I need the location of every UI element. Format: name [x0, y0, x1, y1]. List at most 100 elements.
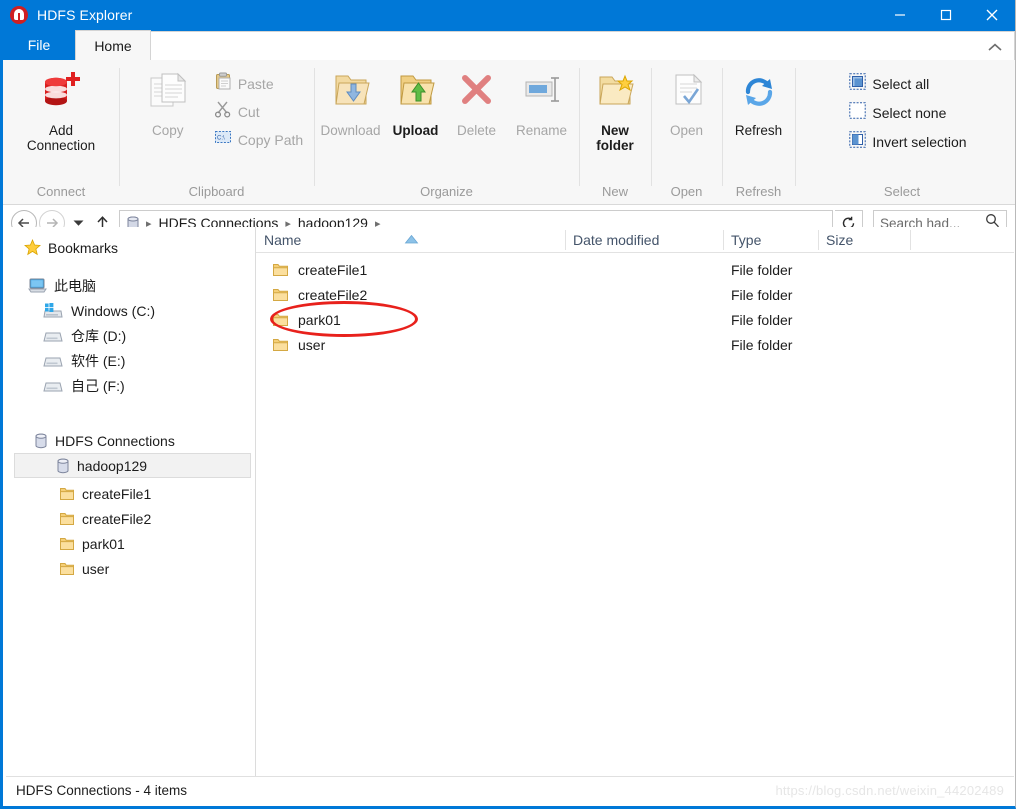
tab-home[interactable]: Home	[75, 30, 151, 60]
cell-name[interactable]: user	[256, 337, 565, 353]
sidebar-item-user[interactable]: user	[6, 556, 255, 581]
sidebar-label-bookmarks: Bookmarks	[48, 239, 119, 256]
invert-selection-button[interactable]: Invert selection	[845, 130, 970, 153]
copy-path-button[interactable]: C:\ Copy Path	[210, 128, 307, 151]
cell-type: File folder	[731, 336, 793, 353]
sidebar-label-user: user	[82, 560, 110, 577]
open-button[interactable]: Open	[657, 66, 717, 138]
sidebar-item-hadoop129[interactable]: hadoop129	[14, 453, 251, 478]
cell-name[interactable]: createFile2	[256, 287, 565, 303]
sidebar-label-hadoop129: hadoop129	[77, 457, 148, 474]
sidebar-label-this-pc: 此电脑	[54, 277, 96, 294]
table-row[interactable]: createFile2 File folder	[256, 282, 1014, 307]
select-buttons: Select all Select none Invert selection	[833, 66, 970, 153]
sidebar-item-drive-e[interactable]: 软件 (E:)	[6, 348, 255, 373]
column-header-date-modified[interactable]: Date modified	[565, 227, 723, 253]
minimize-button[interactable]	[877, 0, 923, 30]
cell-type: File folder	[731, 286, 793, 303]
ribbon-group-label-select: Select	[883, 184, 921, 199]
sidebar-item-drive-f[interactable]: 自己 (F:)	[6, 373, 255, 398]
column-header-name[interactable]: Name	[256, 227, 565, 253]
ribbon-group-select: Select all Select none Invert selection …	[795, 60, 1009, 205]
cell-type: File folder	[731, 261, 793, 278]
rename-icon	[519, 70, 565, 119]
column-label-date-modified: Date modified	[573, 231, 660, 248]
download-label: Download	[320, 123, 381, 138]
open-label: Open	[669, 123, 704, 138]
sidebar-item-hdfs-connections[interactable]: HDFS Connections	[6, 428, 255, 453]
file-name-label: createFile2	[298, 286, 368, 303]
new-folder-label: New folder	[596, 123, 634, 153]
column-header-type[interactable]: Type	[723, 227, 818, 253]
select-none-button[interactable]: Select none	[845, 101, 970, 124]
ribbon-group-label-open: Open	[670, 184, 703, 199]
cut-label: Cut	[237, 103, 260, 120]
file-name-label: park01	[298, 311, 341, 328]
ribbon-tab-strip: File Home	[3, 30, 1015, 60]
folder-icon	[59, 511, 75, 527]
sidebar-item-drive-d[interactable]: 仓库 (D:)	[6, 323, 255, 348]
cell-name[interactable]: park01	[256, 312, 565, 328]
new-folder-button[interactable]: New folder	[584, 66, 646, 153]
copy-button[interactable]: Copy	[126, 66, 210, 138]
select-all-button[interactable]: Select all	[845, 72, 970, 95]
new-folder-icon	[592, 70, 638, 119]
database-add-icon	[38, 70, 84, 119]
ribbon-group-open: Open Open	[651, 60, 722, 205]
hdfs-explorer-window: HDFS Explorer File Home Add Connection C…	[0, 0, 1016, 809]
sidebar-item-createfile1[interactable]: createFile1	[6, 481, 255, 506]
sidebar-label-drive-e: 软件 (E:)	[71, 352, 126, 369]
window-controls	[877, 0, 1015, 30]
sidebar-label-hdfs-connections: HDFS Connections	[55, 432, 175, 449]
sidebar-item-drive-c[interactable]: Windows (C:)	[6, 298, 255, 323]
ribbon-group-label-new: New	[601, 184, 628, 199]
rename-button[interactable]: Rename	[507, 66, 577, 138]
invert-selection-icon	[849, 130, 867, 153]
close-button[interactable]	[969, 0, 1015, 30]
folder-upload-icon	[393, 70, 439, 119]
table-row[interactable]: user File folder	[256, 332, 1014, 357]
folder-icon	[59, 536, 75, 552]
clipboard-small-buttons: Paste Cut C:\ Copy Path	[210, 66, 307, 151]
select-all-icon	[849, 72, 867, 95]
sidebar-item-bookmarks[interactable]: Bookmarks	[6, 235, 255, 260]
refresh-label: Refresh	[734, 123, 783, 138]
column-header-size[interactable]: Size	[818, 227, 911, 253]
ribbon-group-label-organize: Organize	[420, 184, 473, 199]
cut-button[interactable]: Cut	[210, 100, 307, 123]
upload-button[interactable]: Upload	[385, 66, 447, 138]
open-file-icon	[664, 70, 710, 119]
cell-name[interactable]: createFile1	[256, 262, 565, 278]
delete-button[interactable]: Delete	[447, 66, 507, 138]
red-x-icon	[454, 70, 500, 119]
delete-label: Delete	[456, 123, 497, 138]
ribbon: Add Connection Connect Copy Paste Cut C:…	[3, 60, 1015, 205]
add-connection-button[interactable]: Add Connection	[18, 66, 104, 153]
refresh-button[interactable]: Refresh	[727, 66, 791, 138]
folder-icon	[272, 312, 289, 328]
maximize-button[interactable]	[923, 0, 969, 30]
upload-label: Upload	[392, 123, 439, 138]
sidebar-item-createfile2[interactable]: createFile2	[6, 506, 255, 531]
ribbon-group-refresh: Refresh Refresh	[722, 60, 795, 205]
table-row[interactable]: park01 File folder	[256, 307, 1014, 332]
scissors-icon	[214, 100, 232, 123]
star-icon	[24, 239, 41, 256]
column-label-name: Name	[264, 231, 302, 248]
table-row[interactable]: createFile1 File folder	[256, 257, 1014, 282]
sidebar-item-park01[interactable]: park01	[6, 531, 255, 556]
drive-icon	[42, 327, 64, 344]
chevron-up-icon[interactable]	[984, 38, 1006, 56]
sidebar-item-this-pc[interactable]: 此电脑	[6, 273, 255, 298]
ribbon-group-label-clipboard: Clipboard	[188, 184, 245, 199]
navigation-pane: Bookmarks 此电脑 Windows (C:) 仓库 (D:) 软件 (E…	[6, 227, 256, 776]
main-area: Bookmarks 此电脑 Windows (C:) 仓库 (D:) 软件 (E…	[6, 227, 1014, 776]
tab-file[interactable]: File	[3, 30, 75, 60]
paste-button[interactable]: Paste	[210, 72, 307, 95]
refresh-arrows-icon	[736, 70, 782, 119]
column-header-row: Name Date modified Type Size	[256, 227, 1014, 253]
download-button[interactable]: Download	[317, 66, 385, 138]
copy-path-icon: C:\	[214, 128, 232, 151]
cell-type: File folder	[731, 311, 793, 328]
copy-icon	[145, 70, 191, 119]
